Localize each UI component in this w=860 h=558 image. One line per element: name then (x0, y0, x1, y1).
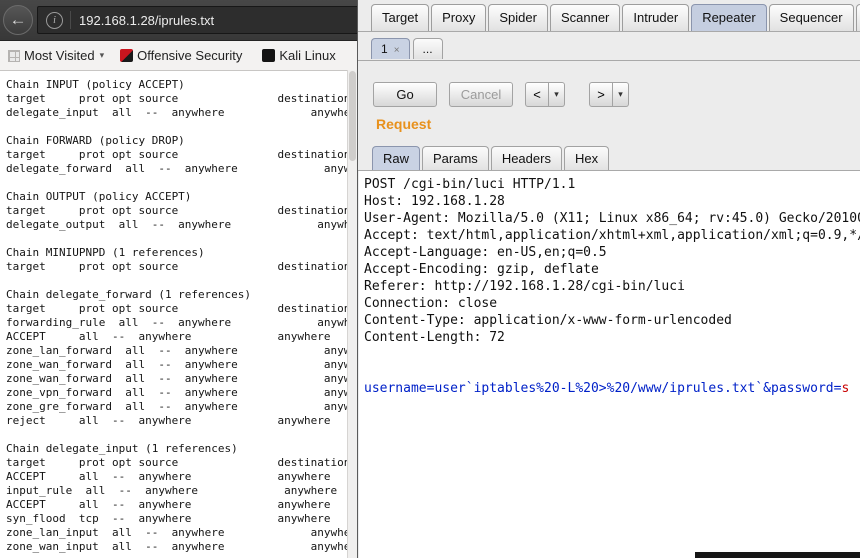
tab-scanner[interactable]: Scanner (550, 4, 620, 31)
tab-decoder[interactable]: Decoder (856, 4, 860, 31)
url-separator (70, 11, 71, 29)
go-button[interactable]: Go (373, 82, 437, 107)
tab-proxy[interactable]: Proxy (431, 4, 486, 31)
repeater-tab-label: ... (423, 42, 433, 56)
request-body-param: username=user`iptables%20-L%20>%20/www/i… (364, 381, 841, 396)
tab-hex[interactable]: Hex (564, 146, 609, 170)
tab-repeater[interactable]: Repeater (691, 4, 766, 31)
back-icon: ← (10, 10, 27, 29)
repeater-tab-label: 1 (381, 42, 388, 56)
request-view-tabs: Raw Params Headers Hex (372, 146, 611, 170)
tab-target[interactable]: Target (371, 4, 429, 31)
history-forward-button[interactable]: > ▾ (589, 82, 629, 107)
cancel-button[interactable]: Cancel (449, 82, 513, 107)
tab-raw[interactable]: Raw (372, 146, 420, 170)
request-section-title: Request (376, 116, 431, 132)
chevron-down-icon[interactable]: ▾ (613, 82, 629, 107)
chevron-down-icon: ▾ (100, 50, 105, 61)
bookmark-label: Offensive Security (137, 48, 242, 63)
browser-window: ← i 192.168.1.28/iprules.txt Most Visite… (0, 0, 357, 558)
scrollbar-thumb[interactable] (349, 71, 356, 161)
request-headers: POST /cgi-bin/luci HTTP/1.1 Host: 192.16… (364, 177, 860, 345)
history-back-button[interactable]: < ▾ (525, 82, 565, 107)
history-forward-label[interactable]: > (589, 82, 613, 107)
repeater-tab-1[interactable]: 1× (371, 38, 410, 59)
divider (358, 60, 860, 61)
bookmark-kali-linux[interactable]: Kali Linux (262, 48, 339, 63)
repeater-item-tabs: 1× ... (371, 38, 446, 59)
bookmarks-bar: Most Visited ▾ Offensive Security Kali L… (0, 41, 357, 71)
request-text[interactable]: POST /cgi-bin/luci HTTP/1.1 Host: 192.16… (359, 171, 860, 397)
history-back-label[interactable]: < (525, 82, 549, 107)
divider (358, 31, 860, 32)
burp-suite-window: Target Proxy Spider Scanner Intruder Rep… (357, 0, 860, 558)
back-button[interactable]: ← (3, 5, 33, 35)
page-content-iptables: Chain INPUT (policy ACCEPT) target prot … (0, 70, 347, 558)
burp-main-tabs: Target Proxy Spider Scanner Intruder Rep… (371, 4, 860, 31)
repeater-tab-more[interactable]: ... (413, 38, 443, 59)
most-visited-icon (8, 50, 20, 62)
tab-params[interactable]: Params (422, 146, 489, 170)
offensive-security-icon (120, 49, 133, 62)
bookmark-label: Kali Linux (279, 48, 335, 63)
info-icon[interactable]: i (46, 12, 63, 29)
url-bar[interactable]: i 192.168.1.28/iprules.txt (37, 6, 357, 34)
vertical-scrollbar[interactable] (347, 70, 357, 558)
bookmark-most-visited[interactable]: Most Visited ▾ (8, 48, 104, 63)
chevron-down-icon[interactable]: ▾ (549, 82, 565, 107)
url-text[interactable]: 192.168.1.28/iprules.txt (79, 13, 214, 28)
window-edge (695, 552, 860, 558)
close-icon[interactable]: × (394, 45, 400, 56)
tab-headers[interactable]: Headers (491, 146, 562, 170)
request-body-value: s (841, 381, 849, 396)
kali-linux-icon (262, 49, 275, 62)
tab-intruder[interactable]: Intruder (622, 4, 689, 31)
tab-spider[interactable]: Spider (488, 4, 548, 31)
bookmark-offensive-security[interactable]: Offensive Security (120, 48, 246, 63)
browser-toolbar: ← i 192.168.1.28/iprules.txt (0, 0, 357, 41)
request-editor[interactable]: POST /cgi-bin/luci HTTP/1.1 Host: 192.16… (359, 171, 860, 558)
bookmark-label: Most Visited (24, 48, 95, 63)
tab-sequencer[interactable]: Sequencer (769, 4, 854, 31)
